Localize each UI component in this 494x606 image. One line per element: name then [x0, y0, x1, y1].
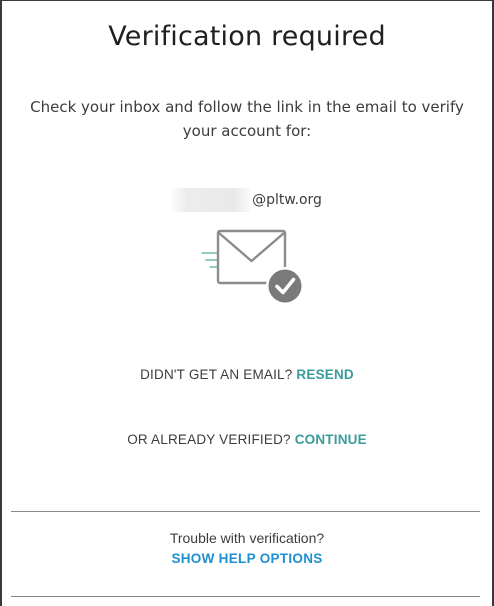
envelope-check-icon — [198, 225, 308, 309]
help-prompt: Trouble with verification? — [169, 530, 325, 546]
resend-row: DIDN'T GET AN EMAIL? RESEND — [2, 367, 492, 382]
email-redacted-local-part — [172, 188, 251, 212]
resend-prompt: DIDN'T GET AN EMAIL? — [140, 367, 293, 382]
email-address: @pltw.org — [2, 187, 492, 213]
email-domain: @pltw.org — [252, 192, 322, 208]
continue-prompt: OR ALREADY VERIFIED? — [127, 432, 291, 447]
resend-link[interactable]: RESEND — [296, 367, 353, 382]
continue-row: OR ALREADY VERIFIED? CONTINUE — [2, 432, 492, 447]
show-help-options-link[interactable]: SHOW HELP OPTIONS — [2, 551, 492, 566]
divider — [11, 596, 480, 597]
verification-dialog: Verification required Check your inbox a… — [0, 0, 494, 606]
page-title: Verification required — [108, 21, 386, 52]
divider — [11, 511, 480, 512]
continue-link[interactable]: CONTINUE — [295, 432, 367, 447]
instruction-message: Check your inbox and follow the link in … — [30, 98, 464, 140]
